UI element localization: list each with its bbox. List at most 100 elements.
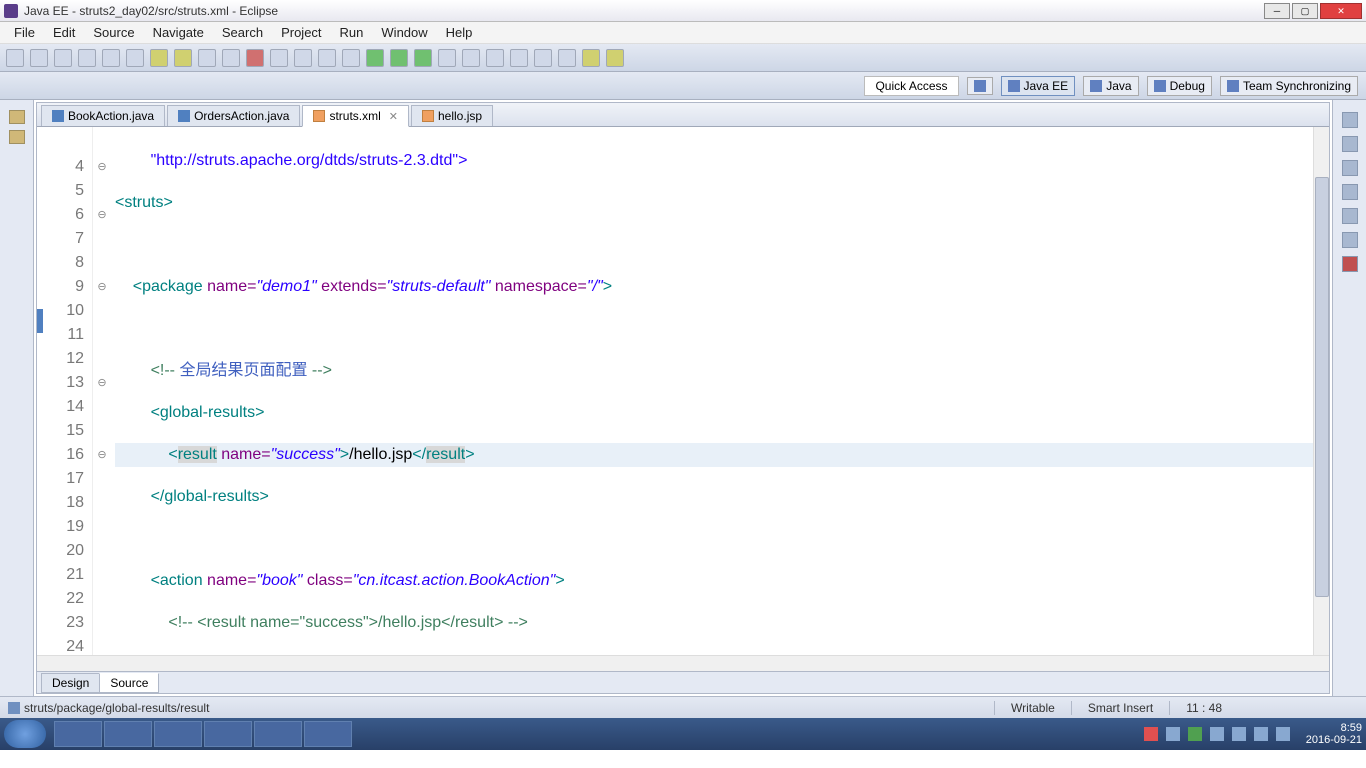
step-into-icon[interactable] (294, 49, 312, 67)
perspective-debug[interactable]: Debug (1147, 76, 1212, 96)
forward-icon[interactable] (606, 49, 624, 67)
toggle-icon[interactable] (126, 49, 144, 67)
menu-project[interactable]: Project (273, 23, 329, 42)
explorer-task-icon[interactable] (54, 721, 102, 747)
tab-hello-jsp[interactable]: hello.jsp (411, 105, 493, 126)
menu-navigate[interactable]: Navigate (145, 23, 212, 42)
servers-icon[interactable] (1342, 184, 1358, 200)
markers-icon[interactable] (1342, 160, 1358, 176)
line-num: 18 (37, 491, 84, 515)
fold-marker[interactable]: ⊖ (93, 275, 111, 299)
menu-help[interactable]: Help (438, 23, 481, 42)
menu-file[interactable]: File (6, 23, 43, 42)
eclipse-task-icon[interactable] (254, 721, 302, 747)
task-list-icon[interactable] (1342, 136, 1358, 152)
new-server-icon[interactable] (438, 49, 456, 67)
outline-view-icon[interactable] (1342, 112, 1358, 128)
print-icon[interactable] (78, 49, 96, 67)
open-perspective-button[interactable] (967, 77, 993, 95)
breadcrumb-path[interactable]: struts/package/global-results/result (24, 701, 994, 715)
search-icon[interactable] (510, 49, 528, 67)
menu-window[interactable]: Window (373, 23, 435, 42)
fold-marker[interactable]: ⊖ (93, 443, 111, 467)
disconnect-icon[interactable] (270, 49, 288, 67)
code-text: <global-results> (115, 404, 264, 421)
source-tab[interactable]: Source (99, 673, 159, 693)
network-icon[interactable] (1188, 727, 1202, 741)
maximize-button[interactable]: ▢ (1292, 3, 1318, 19)
word-task-icon[interactable] (104, 721, 152, 747)
firefox-task-icon[interactable] (204, 721, 252, 747)
cursor-position: 11 : 48 (1169, 701, 1238, 715)
snippets-icon[interactable] (1342, 232, 1358, 248)
step-icon[interactable] (198, 49, 216, 67)
action-center-icon[interactable] (1210, 727, 1224, 741)
start-button[interactable] (4, 720, 46, 748)
menu-run[interactable]: Run (332, 23, 372, 42)
code-text: <struts> (115, 194, 173, 211)
code-text: result (178, 446, 217, 463)
code-editor[interactable]: "http://struts.apache.org/dtds/struts-2.… (111, 127, 1313, 655)
idea-task-icon[interactable] (304, 721, 352, 747)
clock[interactable]: 8:59 2016-09-21 (1306, 722, 1362, 746)
line-num: 5 (37, 179, 84, 203)
step-over-icon[interactable] (318, 49, 336, 67)
menu-search[interactable]: Search (214, 23, 271, 42)
minimize-button[interactable]: ─ (1264, 3, 1290, 19)
run-icon[interactable] (390, 49, 408, 67)
line-num: 21 (37, 563, 84, 587)
fold-marker[interactable]: ⊖ (93, 371, 111, 395)
data-source-icon[interactable] (1342, 208, 1358, 224)
fold-marker[interactable]: ⊖ (93, 203, 111, 227)
package-explorer-icon[interactable] (9, 130, 25, 144)
resume-icon[interactable] (222, 49, 240, 67)
design-tab[interactable]: Design (41, 673, 100, 693)
line-num: 6 (37, 203, 84, 227)
redo-icon[interactable] (174, 49, 192, 67)
scrollbar-thumb[interactable] (1315, 177, 1329, 597)
save-icon[interactable] (30, 49, 48, 67)
annotation-icon[interactable] (534, 49, 552, 67)
vertical-scrollbar[interactable] (1313, 127, 1329, 655)
tab-ordersaction[interactable]: OrdersAction.java (167, 105, 300, 126)
junit-icon[interactable] (1342, 256, 1358, 272)
new-icon[interactable] (6, 49, 24, 67)
code-text: </ (412, 446, 426, 463)
close-tab-icon[interactable]: ✕ (389, 110, 398, 123)
line-num: 8 (37, 251, 84, 275)
line-num: 17 (37, 467, 84, 491)
right-trim (1332, 100, 1366, 696)
battery-icon[interactable] (1232, 727, 1246, 741)
horizontal-scrollbar[interactable] (37, 655, 1329, 671)
step-return-icon[interactable] (342, 49, 360, 67)
wifi-icon[interactable] (1254, 727, 1268, 741)
menu-source[interactable]: Source (85, 23, 142, 42)
app-task-icon[interactable] (154, 721, 202, 747)
back-icon[interactable] (582, 49, 600, 67)
quick-access-input[interactable]: Quick Access (864, 76, 958, 96)
close-button[interactable]: ✕ (1320, 3, 1362, 19)
restore-view-icon[interactable] (9, 110, 25, 124)
volume-icon[interactable] (1276, 727, 1290, 741)
perspective-javaee[interactable]: Java EE (1001, 76, 1076, 96)
perspective-team[interactable]: Team Synchronizing (1220, 76, 1358, 96)
perspective-javaee-label: Java EE (1024, 79, 1069, 93)
undo-icon[interactable] (150, 49, 168, 67)
perspective-java[interactable]: Java (1083, 76, 1138, 96)
publish-icon[interactable] (462, 49, 480, 67)
next-annotation-icon[interactable] (558, 49, 576, 67)
open-type-icon[interactable] (486, 49, 504, 67)
debug-icon[interactable] (366, 49, 384, 67)
menu-edit[interactable]: Edit (45, 23, 83, 42)
build-icon[interactable] (102, 49, 120, 67)
input-method-icon[interactable] (1144, 727, 1158, 741)
tab-bookaction[interactable]: BookAction.java (41, 105, 165, 126)
save-all-icon[interactable] (54, 49, 72, 67)
stop-icon[interactable] (246, 49, 264, 67)
line-num: 19 (37, 515, 84, 539)
fold-marker[interactable]: ⊖ (93, 155, 111, 179)
tab-struts-xml[interactable]: struts.xml✕ (302, 105, 409, 127)
tray-arrow-icon[interactable] (1166, 727, 1180, 741)
fold-marker[interactable] (93, 131, 111, 155)
run-last-icon[interactable] (414, 49, 432, 67)
